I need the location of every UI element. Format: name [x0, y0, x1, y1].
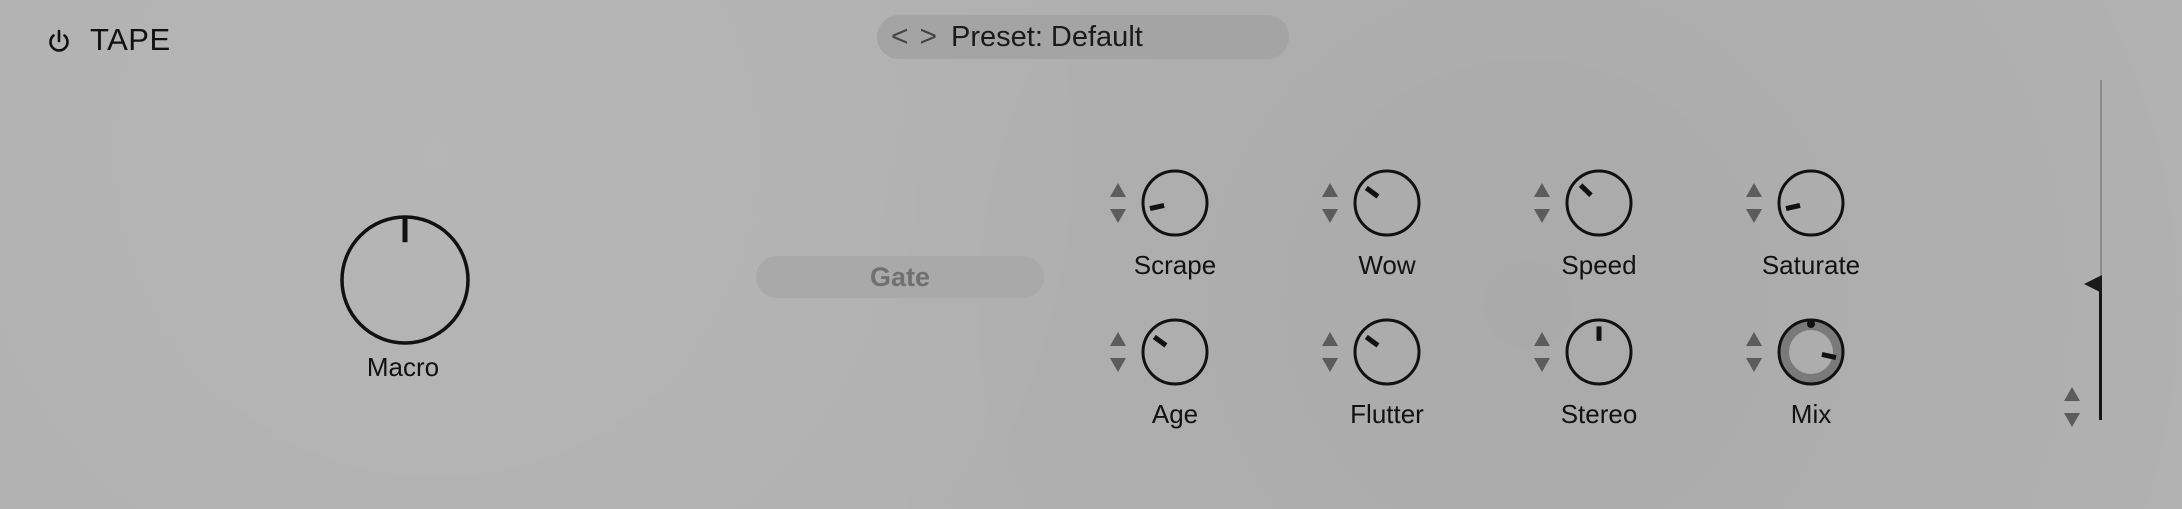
stepper-down-icon[interactable] [1746, 209, 1762, 223]
wow-knob[interactable] [1350, 166, 1424, 240]
knob-body [1565, 169, 1633, 237]
wow-label: Wow [1358, 250, 1416, 280]
plugin-title: TAPE [90, 22, 171, 57]
knob-pointer [1364, 334, 1380, 348]
gate-button[interactable]: Gate [756, 256, 1044, 298]
knob-graphic [1565, 169, 1633, 237]
stepper-down-icon[interactable] [1534, 209, 1550, 223]
output-fader-level [2099, 285, 2102, 420]
knob-graphic [1353, 318, 1421, 386]
age-stepper[interactable] [1109, 332, 1127, 372]
wow-stepper[interactable] [1321, 183, 1339, 223]
knob-graphic [340, 215, 470, 345]
power-icon [49, 29, 69, 52]
stepper-up-icon[interactable] [1322, 332, 1338, 346]
knob-body [1141, 169, 1209, 237]
knob-pointer [1821, 352, 1837, 361]
knob-graphic [1777, 318, 1845, 386]
stepper-up-icon[interactable] [1110, 332, 1126, 346]
preset-next-button[interactable]: > [919, 20, 937, 54]
macro-knob[interactable] [337, 212, 473, 348]
saturate-label: Saturate [1761, 250, 1861, 280]
knob-graphic [1777, 169, 1845, 237]
knob-pointer [1578, 183, 1593, 198]
mix-label: Mix [1790, 399, 1832, 429]
stepper-up-icon[interactable] [1322, 183, 1338, 197]
stepper-down-icon[interactable] [1746, 358, 1762, 372]
knob-body [1353, 169, 1421, 237]
flutter-knob[interactable] [1350, 315, 1424, 389]
stepper-down-icon[interactable] [2064, 413, 2080, 427]
knob-graphic [1141, 169, 1209, 237]
age-knob[interactable] [1138, 315, 1212, 389]
stepper-up-icon[interactable] [1746, 332, 1762, 346]
mix-level-ring [1779, 320, 1843, 384]
stepper-up-icon[interactable] [1534, 332, 1550, 346]
mix-center-dot [1807, 320, 1815, 328]
stepper-up-icon[interactable] [1110, 183, 1126, 197]
flutter-label: Flutter [1350, 399, 1424, 429]
stepper-down-icon[interactable] [1110, 358, 1126, 372]
saturate-stepper[interactable] [1745, 183, 1763, 223]
stepper-down-icon[interactable] [1534, 358, 1550, 372]
stereo-stepper[interactable] [1533, 332, 1551, 372]
stepper-up-icon[interactable] [2064, 387, 2080, 401]
scrape-knob[interactable] [1138, 166, 1212, 240]
saturate-knob[interactable] [1774, 166, 1848, 240]
scrape-label: Scrape [1133, 250, 1217, 280]
stepper-down-icon[interactable] [1322, 358, 1338, 372]
speed-stepper[interactable] [1533, 183, 1551, 223]
preset-nav: < > [891, 20, 937, 54]
mix-knob[interactable] [1774, 315, 1848, 389]
knob-graphic [1141, 318, 1209, 386]
output-fader-handle[interactable] [2084, 275, 2102, 293]
age-label: Age [1151, 399, 1199, 429]
flutter-stepper[interactable] [1321, 332, 1339, 372]
speed-knob[interactable] [1562, 166, 1636, 240]
knob-graphic [1353, 169, 1421, 237]
knob-pointer [1785, 203, 1801, 212]
knob-pointer [1152, 334, 1168, 348]
preset-label[interactable]: Preset: Default [951, 21, 1143, 54]
knob-graphic [1565, 318, 1633, 386]
tape-plugin-panel: TAPE < > Preset: Default Macro Gate Scra… [0, 0, 2182, 509]
stereo-knob[interactable] [1562, 315, 1636, 389]
knob-body [1353, 318, 1421, 386]
mix-stepper[interactable] [1745, 332, 1763, 372]
preset-prev-button[interactable]: < [891, 20, 909, 54]
knob-body [1777, 169, 1845, 237]
knob-pointer [1364, 185, 1380, 199]
stepper-up-icon[interactable] [1746, 183, 1762, 197]
stereo-label: Stereo [1560, 399, 1638, 429]
output-stepper[interactable] [2063, 387, 2081, 427]
knob-pointer [1149, 203, 1165, 212]
speed-label: Speed [1561, 250, 1637, 280]
stepper-down-icon[interactable] [1110, 209, 1126, 223]
stepper-up-icon[interactable] [1534, 183, 1550, 197]
stepper-down-icon[interactable] [1322, 209, 1338, 223]
knob-body [1141, 318, 1209, 386]
scrape-stepper[interactable] [1109, 183, 1127, 223]
power-button[interactable] [44, 26, 74, 56]
preset-selector[interactable]: < > Preset: Default [877, 15, 1289, 59]
macro-label: Macro [366, 352, 440, 382]
